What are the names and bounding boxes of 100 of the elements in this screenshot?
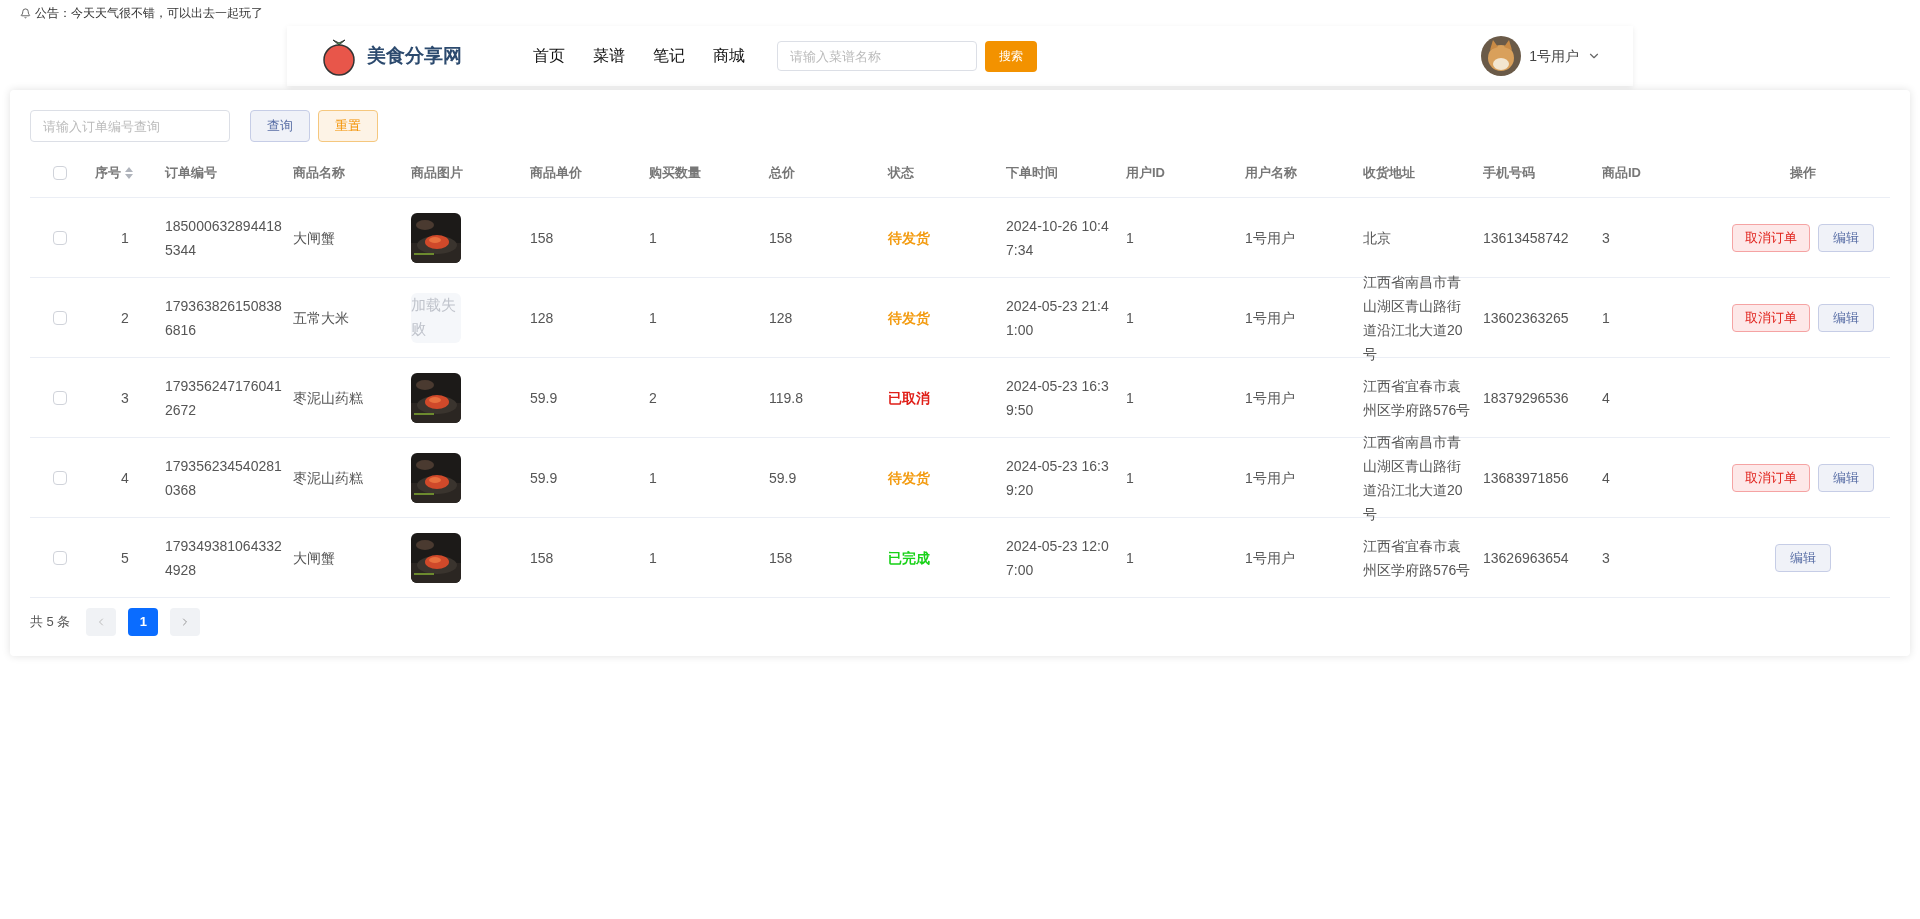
table-cell: 1 bbox=[1126, 549, 1134, 566]
table-cell: 158 bbox=[769, 549, 793, 566]
table-cell: 128 bbox=[530, 309, 554, 326]
column-header: 用户ID bbox=[1126, 163, 1165, 182]
table-cell: 119.8 bbox=[769, 389, 803, 406]
search-field[interactable]: 请输入菜谱名称 bbox=[777, 41, 977, 71]
status-text: 待发货 bbox=[888, 309, 930, 326]
checkbox[interactable] bbox=[53, 230, 67, 245]
column-header: 购买数量 bbox=[649, 163, 701, 182]
table-cell: 1号用户 bbox=[1245, 309, 1295, 326]
table-cell: 1 bbox=[1126, 469, 1134, 486]
nav-link[interactable]: 笔记 bbox=[653, 44, 685, 68]
table-cell: 大闸蟹 bbox=[293, 549, 335, 566]
column-header: 手机号码 bbox=[1483, 163, 1535, 182]
notice-text: 公告：今天天气很不错，可以出去一起玩了 bbox=[35, 5, 263, 22]
bell-icon bbox=[20, 7, 31, 19]
table-cell: 3 bbox=[1602, 549, 1610, 566]
table-cell-text: 3 bbox=[121, 388, 129, 408]
prev-page-button[interactable] bbox=[86, 608, 117, 636]
order-search-field[interactable]: 请输入订单编号查询 bbox=[30, 110, 230, 142]
table-cell: 13626963654 bbox=[1483, 549, 1569, 566]
table-cell-text: 1 bbox=[121, 228, 129, 248]
table-cell: 江西省南昌市青山湖区青山路街道沿江北大道20号 bbox=[1363, 273, 1463, 362]
table-cell: 2024-05-23 16:39:50 bbox=[1006, 377, 1109, 418]
edit-button[interactable]: 编辑 bbox=[1775, 543, 1831, 572]
table-cell: 枣泥山药糕 bbox=[293, 389, 363, 406]
table-cell: 北京 bbox=[1363, 229, 1391, 246]
column-header: 总价 bbox=[769, 163, 795, 182]
column-header: 商品名称 bbox=[293, 163, 345, 182]
table-cell: 1号用户 bbox=[1245, 229, 1295, 246]
nav-link[interactable]: 菜谱 bbox=[593, 44, 625, 68]
table-cell: 13613458742 bbox=[1483, 229, 1569, 246]
cancel-order-button[interactable]: 取消订单 bbox=[1732, 223, 1810, 252]
table-cell: 大闸蟹 bbox=[293, 229, 335, 246]
status-text: 已完成 bbox=[888, 549, 930, 566]
table-cell: 1 bbox=[649, 229, 657, 246]
checkbox[interactable] bbox=[53, 310, 67, 325]
table-cell: 1793493810643324928 bbox=[165, 537, 282, 578]
column-header: 收货地址 bbox=[1363, 163, 1415, 182]
query-button[interactable]: 查询 bbox=[250, 110, 310, 142]
cancel-order-button[interactable]: 取消订单 bbox=[1732, 303, 1810, 332]
table-cell: 128 bbox=[769, 309, 793, 326]
table-cell: 158 bbox=[530, 229, 554, 246]
table-cell: 4 bbox=[1602, 389, 1610, 406]
status-text: 待发货 bbox=[888, 469, 930, 486]
table-cell: 18379296536 bbox=[1483, 389, 1569, 406]
table-cell: 1793562471760412672 bbox=[165, 377, 282, 418]
table-cell: 59.9 bbox=[530, 389, 558, 406]
table-cell: 158 bbox=[530, 549, 554, 566]
checkbox[interactable] bbox=[53, 550, 67, 565]
cancel-order-button[interactable]: 取消订单 bbox=[1732, 463, 1810, 492]
table-cell: 1850006328944185344 bbox=[165, 217, 282, 258]
table-cell: 五常大米 bbox=[293, 309, 349, 326]
table-cell: 4 bbox=[1602, 469, 1610, 486]
nav-link[interactable]: 首页 bbox=[533, 44, 565, 68]
column-header: 商品图片 bbox=[411, 163, 463, 182]
page-button[interactable]: 1 bbox=[128, 608, 159, 636]
table-cell: 1793638261508386816 bbox=[165, 297, 282, 338]
edit-button[interactable]: 编辑 bbox=[1818, 303, 1874, 332]
status-text: 已取消 bbox=[888, 389, 930, 406]
site-name: 美食分享网 bbox=[367, 43, 463, 68]
table-cell: 1号用户 bbox=[1245, 549, 1295, 566]
table-cell: 1号用户 bbox=[1245, 469, 1295, 486]
table-cell: 2024-05-23 12:07:00 bbox=[1006, 537, 1109, 578]
table-cell: 1号用户 bbox=[1245, 389, 1295, 406]
column-header: 操作 bbox=[1790, 163, 1816, 182]
edit-button[interactable]: 编辑 bbox=[1818, 223, 1874, 252]
table-cell: 59.9 bbox=[769, 469, 797, 486]
sort-icon[interactable] bbox=[125, 166, 133, 179]
table-cell: 59.9 bbox=[530, 469, 558, 486]
column-header: 商品ID bbox=[1602, 163, 1641, 182]
checkbox[interactable] bbox=[53, 470, 67, 485]
table-cell: 江西省南昌市青山湖区青山路街道沿江北大道20号 bbox=[1363, 433, 1463, 522]
status-text: 待发货 bbox=[888, 229, 930, 246]
table-cell: 枣泥山药糕 bbox=[293, 469, 363, 486]
table-cell: 13683971856 bbox=[1483, 469, 1569, 486]
column-header: 订单编号 bbox=[165, 163, 217, 182]
column-header: 下单时间 bbox=[1006, 163, 1058, 182]
table-cell-text: 2 bbox=[121, 308, 129, 328]
table-cell: 江西省宜春市袁州区学府路576号 bbox=[1363, 537, 1471, 578]
table-cell: 2 bbox=[649, 389, 657, 406]
edit-button[interactable]: 编辑 bbox=[1818, 463, 1874, 492]
table-cell: 2024-10-26 10:47:34 bbox=[1006, 217, 1109, 258]
table-cell: 1 bbox=[649, 469, 657, 486]
table-cell: 1 bbox=[649, 309, 657, 326]
table-cell: 3 bbox=[1602, 229, 1610, 246]
nav-link[interactable]: 商城 bbox=[713, 44, 745, 68]
table-cell: 江西省宜春市袁州区学府路576号 bbox=[1363, 377, 1471, 418]
user-name[interactable]: 1号用户 bbox=[1529, 45, 1579, 67]
table-cell: 1 bbox=[1126, 389, 1134, 406]
table-cell: 1 bbox=[649, 549, 657, 566]
checkbox[interactable] bbox=[53, 390, 67, 405]
table-cell: 1 bbox=[1126, 309, 1134, 326]
checkbox[interactable] bbox=[53, 165, 67, 180]
total-count: 共 5 条 bbox=[30, 613, 71, 632]
table-cell: 2024-05-23 16:39:20 bbox=[1006, 457, 1109, 498]
column-header: 状态 bbox=[888, 163, 914, 182]
table-cell: 13602363265 bbox=[1483, 309, 1569, 326]
next-page-button[interactable] bbox=[170, 608, 201, 636]
table-cell: 1 bbox=[1126, 229, 1134, 246]
